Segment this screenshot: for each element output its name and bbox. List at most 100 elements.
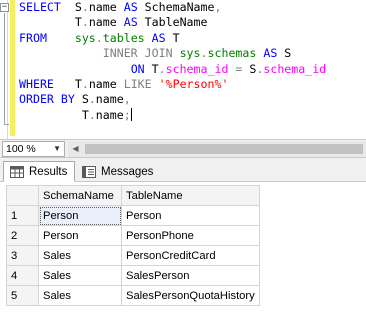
code-line[interactable]: T.name; (19, 107, 364, 123)
results-grid: SchemaName TableName 1 Person Person 2 P… (6, 185, 260, 306)
code-token: name (88, 76, 124, 91)
code-token: AS (263, 46, 278, 61)
code-token: LIKE (123, 76, 152, 91)
code-token: schema_id (263, 61, 327, 76)
grid-cell-schemaname[interactable]: Sales (38, 245, 122, 266)
row-number[interactable]: 2 (6, 225, 39, 246)
fold-line (4, 13, 5, 124)
code-token: T (19, 15, 82, 30)
code-line[interactable] (19, 123, 364, 138)
code-token: SchemaName (137, 0, 215, 14)
code-line[interactable]: WHERE T.name LIKE '%Person%' (19, 77, 364, 92)
zoom-dropdown[interactable]: 100 % ▼ (2, 141, 65, 157)
grid-cell-schemaname[interactable]: Sales (38, 285, 122, 306)
code-token: T (53, 76, 82, 91)
tab-results-label: Results (29, 165, 68, 178)
grid-cell-schemaname[interactable]: Sales (38, 265, 122, 286)
table-row[interactable]: 3 Sales PersonCreditCard (6, 245, 260, 266)
code-token: name (95, 107, 124, 122)
code-lines[interactable]: SELECT S.name AS SchemaName, T.name AS T… (19, 0, 364, 139)
code-token: sys (179, 46, 201, 61)
code-token: S (242, 61, 257, 76)
table-row[interactable]: 5 Sales SalesPersonQuotaHistory (6, 285, 260, 306)
code-token: ; (123, 107, 131, 122)
code-token: T (19, 107, 89, 122)
code-token: . (158, 61, 166, 76)
code-token: AS (123, 15, 138, 30)
grid-cell-tablename[interactable]: PersonCreditCard (121, 245, 260, 266)
tab-results[interactable]: Results (3, 161, 75, 182)
row-number[interactable]: 1 (6, 205, 39, 226)
tab-messages-label: Messages (101, 165, 154, 178)
code-token: . (81, 0, 89, 14)
column-header-tablename[interactable]: TableName (121, 185, 260, 206)
grid-header-row: SchemaName TableName (6, 185, 260, 206)
code-token: . (81, 15, 89, 30)
tab-messages[interactable]: Messages (78, 161, 158, 182)
horizontal-scrollbar[interactable]: ◀ (68, 141, 366, 157)
code-line[interactable]: ON T.schema_id = S.schema_id (19, 62, 364, 77)
code-token: . (81, 76, 89, 91)
code-token: . (200, 46, 208, 61)
chevron-down-icon: ▼ (53, 144, 61, 153)
code-token: WHERE (19, 76, 54, 91)
results-grid-area: SchemaName TableName 1 Person Person 2 P… (0, 182, 366, 313)
table-row[interactable]: 1 Person Person (6, 205, 260, 226)
scrollbar-thumb[interactable] (85, 144, 363, 154)
row-number[interactable]: 5 (6, 285, 39, 306)
editor-gutter: − (0, 0, 9, 139)
code-line[interactable]: SELECT S.name AS SchemaName, (19, 0, 364, 15)
code-token: S (277, 46, 292, 61)
grid-cell-schemaname[interactable]: Person (38, 205, 122, 226)
grid-corner-cell[interactable] (6, 185, 39, 206)
code-line[interactable]: INNER JOIN sys.schemas AS S (19, 46, 364, 61)
zoom-value: 100 % (6, 143, 36, 155)
code-token: , (123, 92, 131, 107)
change-tracking-bar (10, 0, 15, 136)
code-token: T (165, 30, 180, 45)
code-token: schema_id (165, 61, 229, 76)
code-token: TableName (137, 15, 208, 30)
fold-end (4, 124, 9, 125)
grid-cell-tablename[interactable]: SalesPerson (121, 265, 260, 286)
code-token: schemas (207, 46, 257, 61)
arrow-left-icon[interactable]: ◀ (68, 141, 83, 157)
code-token: S (60, 0, 82, 14)
grid-icon (10, 165, 24, 178)
code-token: SELECT (19, 0, 61, 14)
code-token: AS (123, 0, 138, 14)
code-token: T (144, 61, 159, 76)
results-tab-strip: Results Messages (0, 158, 366, 182)
code-token: name (95, 92, 124, 107)
grid-cell-tablename[interactable]: PersonPhone (121, 225, 260, 246)
row-number[interactable]: 3 (6, 245, 39, 266)
code-token: . (95, 30, 103, 45)
code-line[interactable]: FROM sys.tables AS T (19, 31, 364, 46)
text-cursor (130, 107, 132, 121)
code-token: , (214, 0, 222, 14)
collapse-toggle-icon[interactable]: − (0, 3, 9, 12)
code-token: ORDER BY (19, 92, 75, 107)
code-line[interactable]: ORDER BY S.name, (19, 92, 364, 107)
code-token: name (88, 15, 124, 30)
grid-cell-schemaname[interactable]: Person (38, 225, 122, 246)
grid-cell-tablename[interactable]: SalesPersonQuotaHistory (121, 285, 260, 306)
editor-status-bar: 100 % ▼ ◀ (0, 139, 366, 158)
table-row[interactable]: 4 Sales SalesPerson (6, 265, 260, 286)
code-token: FROM (19, 30, 47, 45)
messages-icon (82, 165, 96, 178)
code-token: INNER JOIN (102, 46, 173, 61)
grid-cell-tablename[interactable]: Person (121, 205, 260, 226)
code-token: tables (102, 30, 145, 45)
code-line[interactable]: T.name AS TableName (19, 15, 364, 30)
row-number[interactable]: 4 (6, 265, 39, 286)
code-token: ON (130, 61, 145, 76)
query-editor[interactable]: − SELECT S.name AS SchemaName, T.name AS… (0, 0, 366, 139)
table-row[interactable]: 2 Person PersonPhone (6, 225, 260, 246)
column-header-schemaname[interactable]: SchemaName (38, 185, 122, 206)
